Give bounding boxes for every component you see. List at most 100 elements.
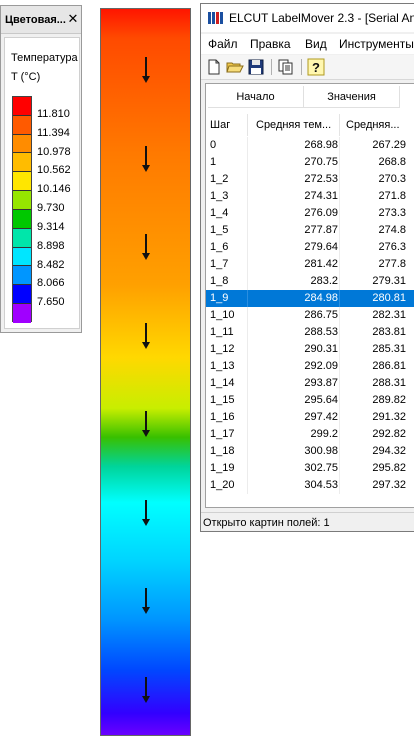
menu-file[interactable]: Файл — [208, 37, 238, 51]
group-header-values[interactable]: Значения — [304, 86, 400, 108]
color-swatch — [13, 285, 31, 305]
cell-step: 1_10 — [210, 309, 235, 321]
color-swatch — [13, 115, 31, 135]
new-icon[interactable] — [204, 57, 224, 77]
table-row[interactable]: 1_18 300.98 294.32 — [206, 443, 414, 460]
cell-avg-temp: 292.09 — [304, 360, 338, 372]
cell-avg2: 277.8 — [378, 258, 406, 270]
table-row[interactable]: 1_13 292.09 286.81 — [206, 358, 414, 375]
help-icon[interactable]: ? — [306, 57, 326, 77]
cell-step: 1_11 — [210, 326, 234, 338]
cell-avg2: 289.82 — [372, 394, 406, 406]
cell-avg2: 291.32 — [372, 411, 406, 423]
group-header-start[interactable]: Начало — [208, 86, 304, 108]
cell-avg2: 276.3 — [378, 241, 406, 253]
cell-avg-temp: 270.75 — [304, 156, 338, 168]
elcut-app-icon — [208, 12, 223, 24]
menu-view[interactable]: Вид — [305, 37, 327, 51]
save-icon[interactable] — [246, 57, 266, 77]
table-row[interactable]: 1_3 274.31 271.8 — [206, 188, 414, 205]
cell-avg-temp: 274.31 — [304, 190, 338, 202]
table-row[interactable]: 1_15 295.64 289.82 — [206, 392, 414, 409]
svg-text:?: ? — [312, 60, 320, 75]
cell-avg-temp: 304.53 — [304, 479, 338, 491]
table-row[interactable]: 1_19 302.75 295.82 — [206, 460, 414, 477]
cell-avg2: 267.29 — [372, 139, 406, 151]
color-swatch — [13, 304, 31, 323]
cell-avg-temp: 300.98 — [304, 445, 338, 457]
downward-arrow-icon — [142, 322, 150, 349]
table-row[interactable]: 1_11 288.53 283.81 — [206, 324, 414, 341]
color-scale-label: 9.730 — [37, 202, 65, 214]
downward-arrow-icon — [142, 57, 150, 83]
cell-step: 1_8 — [210, 275, 229, 287]
legend-body: Температура T (°C) 11.810 11.394 10.978 10.… — [4, 37, 80, 329]
color-scale-label: 11.810 — [37, 107, 70, 120]
cell-step: 1_4 — [210, 207, 229, 219]
close-icon[interactable]: ✕ — [67, 11, 79, 27]
color-scale-label: 9.314 — [37, 220, 65, 233]
copy-icon[interactable] — [276, 57, 296, 77]
table-row[interactable]: 1_14 293.87 288.31 — [206, 375, 414, 392]
color-swatch — [13, 209, 31, 229]
app-window: ELCUT LabelMover 2.3 - [Serial Ana Файл … — [200, 3, 414, 532]
cell-avg2: 283.81 — [372, 326, 406, 338]
cell-avg-temp: 286.75 — [304, 309, 338, 321]
table-row[interactable]: 1_6 279.64 276.3 — [206, 239, 414, 256]
field-picture[interactable] — [100, 8, 191, 736]
table-row[interactable]: 1_2 272.53 270.3 — [206, 171, 414, 188]
table-row[interactable]: 0 268.98 267.29 — [206, 137, 414, 154]
cell-step: 1_2 — [210, 173, 229, 185]
table-row[interactable]: 1 270.75 268.8 — [206, 154, 414, 171]
cell-avg-temp: 295.64 — [304, 394, 338, 406]
color-scale-label: 10.978 — [37, 145, 71, 158]
table-row[interactable]: 1_7 281.42 277.8 — [206, 256, 414, 273]
downward-arrow-icon — [142, 499, 150, 526]
table-row[interactable]: 1_9 284.98 280.81 — [206, 290, 414, 307]
column-header-avg-temp[interactable]: Средняя тем... — [256, 114, 340, 136]
color-scale-label: 8.898 — [37, 239, 65, 252]
cell-step: 1_7 — [210, 258, 229, 270]
menu-tools[interactable]: Инструменты — [339, 37, 414, 51]
color-scale-label: 8.066 — [37, 277, 65, 290]
cell-avg-temp: 293.87 — [304, 377, 338, 389]
cell-avg2: 268.8 — [378, 156, 406, 168]
cell-step: 1_18 — [210, 445, 235, 457]
cell-avg2: 279.31 — [372, 275, 406, 287]
table-row[interactable]: 1_16 297.42 291.32 — [206, 409, 414, 426]
cell-avg-temp: 268.98 — [304, 139, 338, 151]
table-row[interactable]: 1_10 286.75 282.31 — [206, 307, 414, 324]
table-row[interactable]: 1_17 299.2 292.82 — [206, 426, 414, 443]
column-header-avg2[interactable]: Средняя... — [346, 114, 414, 136]
cell-avg2: 297.32 — [372, 479, 406, 491]
cell-avg-temp: 277.87 — [304, 224, 338, 236]
results-table[interactable]: Начало Значения Шаг Средняя тем... Средн… — [205, 83, 414, 508]
color-swatch — [13, 266, 31, 286]
table-row[interactable]: 1_4 276.09 273.3 — [206, 205, 414, 222]
table-row[interactable]: 1_8 283.2 279.31 — [206, 273, 414, 290]
cell-step: 1_6 — [210, 241, 229, 253]
cell-avg-temp: 272.53 — [304, 173, 338, 185]
table-row[interactable]: 1_12 290.31 285.31 — [206, 341, 414, 358]
cell-step: 1_3 — [210, 190, 229, 202]
table-row[interactable]: 1_5 277.87 274.8 — [206, 222, 414, 239]
cell-avg-temp: 281.42 — [304, 258, 338, 270]
table-row[interactable]: 1_20 304.53 297.32 — [206, 477, 414, 494]
color-swatch — [13, 247, 31, 267]
menu-edit[interactable]: Правка — [250, 37, 291, 51]
column-header-step[interactable]: Шаг — [210, 114, 248, 136]
cell-avg2: 270.3 — [378, 173, 406, 185]
cell-step: 1 — [210, 156, 217, 168]
cell-step: 1_20 — [210, 479, 235, 491]
open-icon[interactable] — [225, 57, 245, 77]
downward-arrow-icon — [142, 588, 150, 614]
cell-avg-temp: 279.64 — [304, 241, 338, 253]
status-bar: Открыто картин полей: 1 — [201, 512, 414, 531]
cell-avg2: 288.31 — [372, 377, 406, 389]
downward-arrow-icon — [142, 411, 150, 437]
app-titlebar[interactable]: ELCUT LabelMover 2.3 - [Serial Ana — [201, 4, 414, 32]
legend-titlebar[interactable]: Цветовая... ✕ — [1, 6, 81, 34]
cell-step: 1_12 — [210, 343, 235, 355]
legend-unit: T (°C) — [11, 71, 41, 83]
cell-avg2: 294.32 — [372, 445, 406, 457]
